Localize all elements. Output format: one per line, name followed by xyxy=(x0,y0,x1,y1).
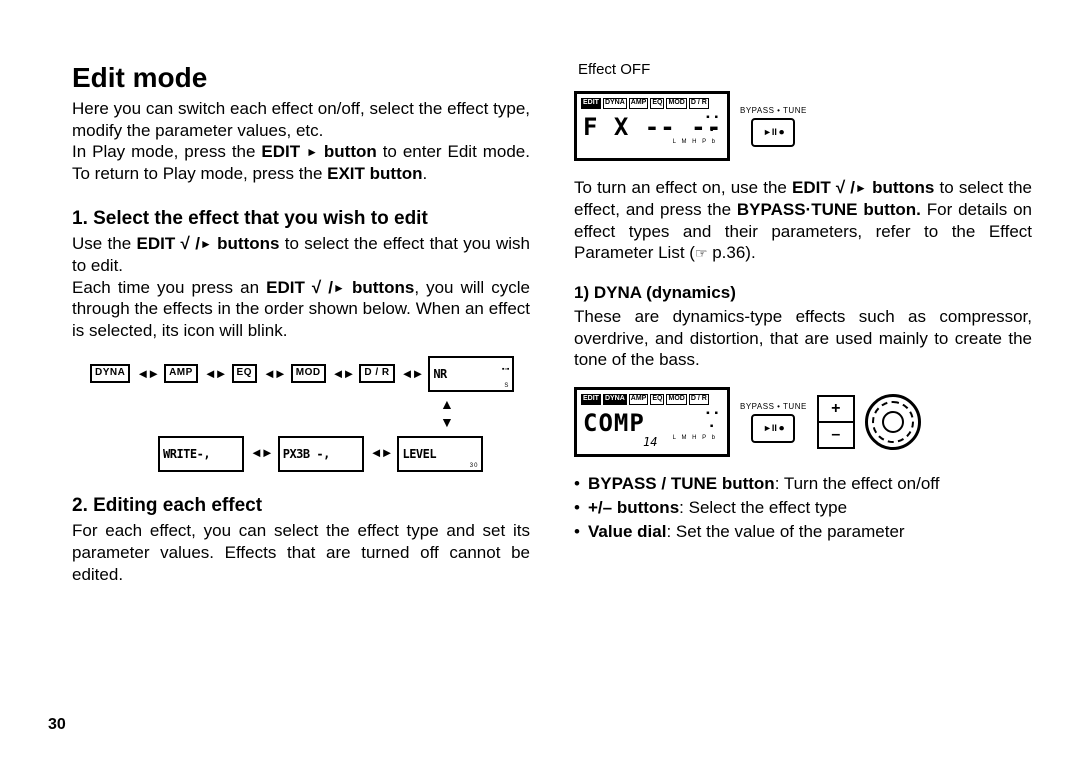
right-p1: To turn an effect on, use the EDIT √ /► … xyxy=(574,177,1032,264)
pointing-hand-icon: ☞ xyxy=(695,245,708,261)
lcd-level: LEVEL30 xyxy=(397,436,483,472)
bypass-tune-button-2[interactable]: ►II ⏺ xyxy=(751,414,795,443)
list-item: BYPASS / TUNE button: Turn the effect on… xyxy=(574,473,1032,495)
lcd-px3b: PX3B -, xyxy=(278,436,364,472)
lcd-fx-off: EDIT DYNA AMP EQ MOD D / R F X -- -- ▪ ▪… xyxy=(574,91,730,161)
lcd-nr: NR▪▫▪S xyxy=(428,356,514,392)
controls-bullet-list: BYPASS / TUNE button: Turn the effect on… xyxy=(574,473,1032,542)
section-2-heading: 2. Editing each effect xyxy=(72,494,530,518)
page-number: 30 xyxy=(48,716,66,734)
fx-amp: AMP xyxy=(164,364,198,383)
section-dyna-heading: 1) DYNA (dynamics) xyxy=(574,282,1032,304)
page-title: Edit mode xyxy=(72,60,530,96)
bypass-tune-button-1[interactable]: ►II ⏺ xyxy=(751,118,795,147)
right-column: Effect OFF EDIT DYNA AMP EQ MOD D / R F … xyxy=(574,60,1032,585)
minus-button[interactable]: – xyxy=(819,423,853,447)
list-item: +/– buttons: Select the effect type xyxy=(574,497,1032,519)
plus-button[interactable]: + xyxy=(819,397,853,423)
bypass-tune-label-2: BYPASS • TUNE xyxy=(740,402,807,412)
intro-paragraph-1: Here you can switch each effect on/off, … xyxy=(72,98,530,142)
bypass-tune-label-1: BYPASS • TUNE xyxy=(740,106,807,116)
section-2-p: For each effect, you can select the effe… xyxy=(72,520,530,585)
effect-off-caption: Effect OFF xyxy=(578,60,650,79)
plus-minus-buttons[interactable]: + – xyxy=(817,395,855,449)
left-column: Edit mode Here you can switch each effec… xyxy=(72,60,530,585)
list-item: Value dial: Set the value of the paramet… xyxy=(574,521,1032,543)
lcd-write: WRITE-, xyxy=(158,436,244,472)
value-dial[interactable] xyxy=(865,394,921,450)
fx-dr: D / R xyxy=(359,364,394,383)
lcd-comp: EDIT DYNA AMP EQ MOD D / R COMP ▪ ▪ ▪ L … xyxy=(574,387,730,457)
fx-mod: MOD xyxy=(291,364,326,383)
fx-eq: EQ xyxy=(232,364,257,383)
section-dyna-p: These are dynamics-type effects such as … xyxy=(574,306,1032,371)
section-1-p2: Each time you press an EDIT √ /► buttons… xyxy=(72,277,530,342)
fx-dyna: DYNA xyxy=(90,364,130,383)
effect-flow-diagram: DYNA◄► AMP◄► EQ◄► MOD◄► D / R◄► NR▪▫▪S ▲… xyxy=(90,356,530,472)
section-1-p1: Use the EDIT √ /► buttons to select the … xyxy=(72,233,530,277)
intro-paragraph-2: In Play mode, press the EDIT ► button to… xyxy=(72,141,530,185)
section-1-heading: 1. Select the effect that you wish to ed… xyxy=(72,207,530,231)
